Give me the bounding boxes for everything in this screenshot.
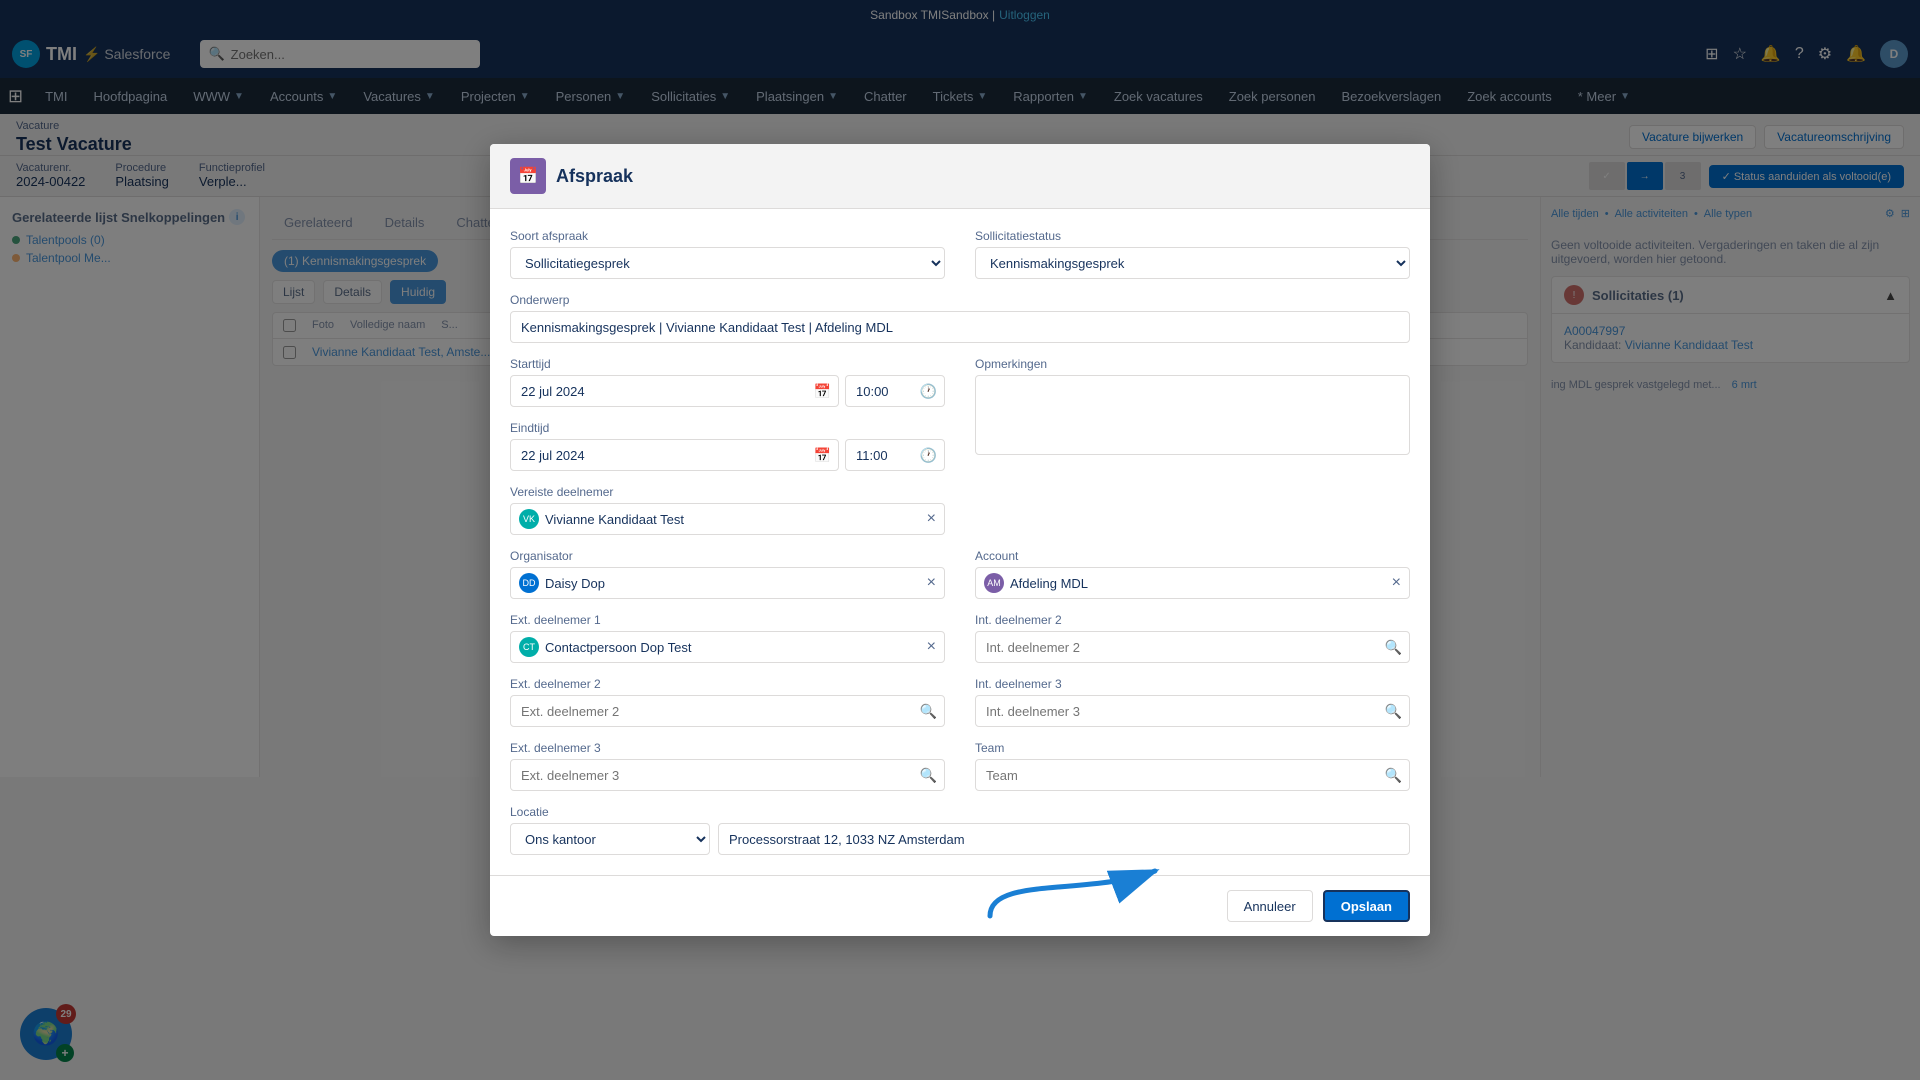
soort-afspraak-label: Soort afspraak [510,229,945,243]
vereiste-deelnemer-label: Vereiste deelnemer [510,485,945,499]
int-deeln2-wrapper: 🔍 [975,631,1410,663]
vereiste-clear-button[interactable]: × [927,511,936,527]
cancel-button[interactable]: Annuleer [1227,890,1313,922]
modal-title: Afspraak [556,166,633,187]
ext-deeln1-clear-button[interactable]: × [927,639,936,655]
organisator-value: Daisy Dop [545,576,921,591]
ext-deeln1-pill: CT Contactpersoon Dop Test × [510,631,945,663]
organisator-clear-button[interactable]: × [927,575,936,591]
int-deeln3-input[interactable] [975,695,1410,727]
int-deeln3-label: Int. deelnemer 3 [975,677,1410,691]
opmerkingen-label: Opmerkingen [975,357,1410,371]
sollicitatiestatus-label: Sollicitatiestatus [975,229,1410,243]
onderwerp-group: Onderwerp [510,293,1410,343]
form-grid: Soort afspraak Sollicitatiegesprek Kenni… [510,229,1410,855]
locatie-adres-input[interactable] [718,823,1410,855]
account-value: Afdeling MDL [1010,576,1386,591]
team-input[interactable] [975,759,1410,791]
locatie-label: Locatie [510,805,1410,819]
account-label: Account [975,549,1410,563]
modal-body: Soort afspraak Sollicitatiegesprek Kenni… [490,209,1430,875]
team-group: Team 🔍 [975,741,1410,791]
ext-deeln3-label: Ext. deelnemer 3 [510,741,945,755]
ext-deeln2-group: Ext. deelnemer 2 🔍 [510,677,945,727]
start-tijd-input[interactable] [845,375,945,407]
vereiste-deelnemer-pill: VK Vivianne Kandidaat Test × [510,503,945,535]
eind-datum-input[interactable] [510,439,839,471]
onderwerp-input[interactable] [510,311,1410,343]
ext-deeln2-label: Ext. deelnemer 2 [510,677,945,691]
sollicitatiestatus-group: Sollicitatiestatus Kennismakingsgesprek … [975,229,1410,279]
int-deeln2-group: Int. deelnemer 2 🔍 [975,613,1410,663]
ext-deeln2-input[interactable] [510,695,945,727]
starttijd-group: Starttijd 📅 🕐 [510,357,945,407]
afspraak-modal: 📅 Afspraak Soort afspraak Sollicitatiege… [490,144,1430,936]
team-wrapper: 🔍 [975,759,1410,791]
ext-deeln3-wrapper: 🔍 [510,759,945,791]
opmerkingen-input[interactable] [975,375,1410,455]
ext-deeln3-input[interactable] [510,759,945,791]
eind-tijd-input[interactable] [845,439,945,471]
int-deeln2-label: Int. deelnemer 2 [975,613,1410,627]
organisator-group: Organisator DD Daisy Dop × [510,549,945,599]
account-group: Account AM Afdeling MDL × [975,549,1410,599]
account-clear-button[interactable]: × [1392,575,1401,591]
organisator-avatar: DD [519,573,539,593]
eindtijd-label: Eindtijd [510,421,945,435]
int-deeln2-input[interactable] [975,631,1410,663]
locatie-select[interactable]: Ons kantoor Extern Online [510,823,710,855]
modal-footer: Annuleer Opslaan [490,875,1430,936]
modal-overlay: 📅 Afspraak Soort afspraak Sollicitatiege… [0,0,1920,1080]
onderwerp-label: Onderwerp [510,293,1410,307]
int-deeln3-wrapper: 🔍 [975,695,1410,727]
starttijd-row: 📅 🕐 [510,375,945,407]
modal-header: 📅 Afspraak [490,144,1430,209]
opmerkingen-group: Opmerkingen [975,357,1410,471]
soort-afspraak-select[interactable]: Sollicitatiegesprek Kennismakingsgesprek… [510,247,945,279]
ext-deeln1-label: Ext. deelnemer 1 [510,613,945,627]
modal-calendar-icon: 📅 [510,158,546,194]
sollicitatiestatus-select[interactable]: Kennismakingsgesprek Sollicitatiegesprek… [975,247,1410,279]
save-button[interactable]: Opslaan [1323,890,1410,922]
start-datum-input[interactable] [510,375,839,407]
vereiste-deelnemer-group: Vereiste deelnemer VK Vivianne Kandidaat… [510,485,945,535]
organisator-label: Organisator [510,549,945,563]
ext-deeln2-wrapper: 🔍 [510,695,945,727]
account-pill: AM Afdeling MDL × [975,567,1410,599]
eindtijd-row: 📅 🕐 [510,439,945,471]
locatie-group: Locatie Ons kantoor Extern Online [510,805,1410,855]
starttijd-label: Starttijd [510,357,945,371]
team-label: Team [975,741,1410,755]
ext-deeln1-value: Contactpersoon Dop Test [545,640,921,655]
account-avatar: AM [984,573,1004,593]
int-deeln3-group: Int. deelnemer 3 🔍 [975,677,1410,727]
ext-deeln3-group: Ext. deelnemer 3 🔍 [510,741,945,791]
soort-afspraak-group: Soort afspraak Sollicitatiegesprek Kenni… [510,229,945,279]
locatie-row: Ons kantoor Extern Online [510,823,1410,855]
vereiste-deelnemer-value: Vivianne Kandidaat Test [545,512,921,527]
eindtijd-group: Eindtijd 📅 🕐 [510,421,945,471]
vereiste-avatar: VK [519,509,539,529]
ext-deeln1-group: Ext. deelnemer 1 CT Contactpersoon Dop T… [510,613,945,663]
ext-deeln1-avatar: CT [519,637,539,657]
organisator-pill: DD Daisy Dop × [510,567,945,599]
